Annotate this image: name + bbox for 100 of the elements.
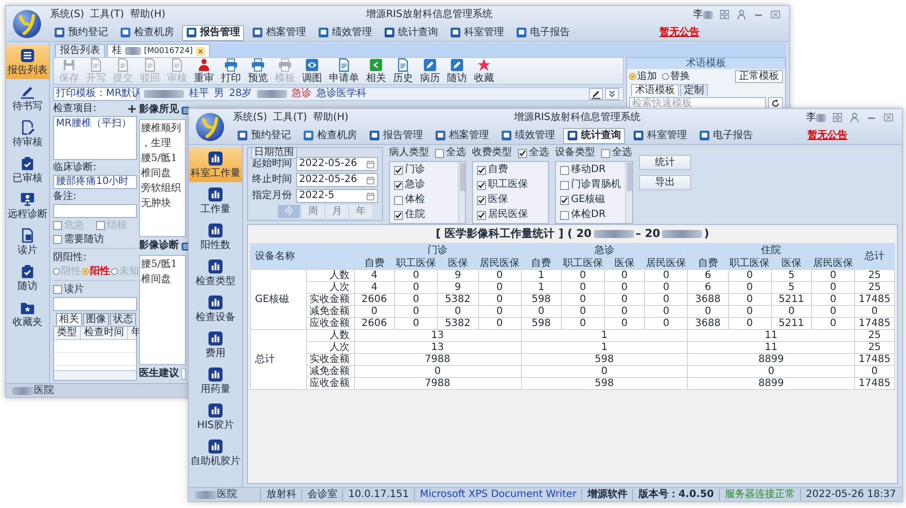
option-checkbox[interactable]: 体检 xyxy=(394,194,454,206)
toolbar-button[interactable]: 收藏 xyxy=(472,58,496,84)
diagnosis-field[interactable]: 腰部疼痛10小时 xyxy=(53,175,137,189)
toolbar-button[interactable]: 重审 xyxy=(192,58,216,84)
menu-item[interactable]: 帮助(H) xyxy=(313,112,348,124)
period-button[interactable]: 周 xyxy=(302,205,324,218)
option-checkbox[interactable]: 移动DR xyxy=(560,164,621,176)
related-tab[interactable]: 相关 xyxy=(56,313,82,325)
mode-radio[interactable]: 追加 xyxy=(629,70,657,82)
nav-tab[interactable]: 电子报告 xyxy=(512,24,574,40)
nav-tab[interactable]: 档案管理 xyxy=(248,24,310,40)
sidebar-item[interactable]: HIS胶片 xyxy=(189,400,242,434)
template-button[interactable]: 正常模板 xyxy=(735,70,783,83)
nav-tab[interactable]: 档案管理 xyxy=(431,128,493,144)
text-field[interactable] xyxy=(53,297,137,311)
expand-button[interactable] xyxy=(605,88,619,100)
toolbar-button[interactable]: 相关 xyxy=(364,58,388,84)
menu-item[interactable]: 系统(S) xyxy=(233,112,268,124)
notice-link[interactable]: 暂无公告 xyxy=(660,26,700,38)
option-checkbox[interactable]: 急诊 xyxy=(394,179,454,191)
menu-item[interactable]: 帮助(H) xyxy=(130,8,166,20)
sidebar-item[interactable]: 读片 xyxy=(6,225,49,259)
nav-tab[interactable]: 检查机房 xyxy=(299,128,361,144)
nav-tab[interactable]: 统计查询 xyxy=(563,128,625,144)
sidebar-item[interactable]: 用药量 xyxy=(189,364,242,398)
sidebar-item[interactable]: 随访 xyxy=(6,261,49,295)
select-all-checkbox[interactable]: 全选 xyxy=(518,147,549,159)
notice-link[interactable]: 暂无公告 xyxy=(808,130,848,140)
edit-button[interactable] xyxy=(589,88,603,100)
scrollbar[interactable] xyxy=(625,162,632,223)
nav-tab[interactable]: 预约登记 xyxy=(233,128,295,144)
document-tab[interactable]: 报告列表 xyxy=(55,44,105,57)
flag-checkbox[interactable]: 需要随访 xyxy=(53,234,104,246)
option-checkbox[interactable]: 居民医保 xyxy=(477,209,544,221)
option-checkbox[interactable]: 体检DR xyxy=(560,209,621,221)
sidebar-item[interactable]: 远程诊断 xyxy=(6,189,49,223)
scrollbar[interactable] xyxy=(458,162,465,223)
period-button[interactable]: 年 xyxy=(350,205,372,218)
option-checkbox[interactable]: 门诊胃肠机 xyxy=(560,179,621,191)
select-all-checkbox[interactable]: 全选 xyxy=(435,147,466,159)
menu-item[interactable]: 工具(T) xyxy=(90,8,124,20)
panel-tab[interactable]: 定制 xyxy=(680,84,708,96)
toolbar-button[interactable]: 随访 xyxy=(445,58,469,84)
findings-text[interactable]: 腰椎顺列，生理 腰5/骶1椎间盘 旁软组织无肿块 xyxy=(139,119,186,237)
related-tab[interactable]: 状态 xyxy=(110,313,136,325)
option-checkbox[interactable]: GE核磁 xyxy=(560,194,621,206)
exam-list[interactable]: MR腰椎（平扫） xyxy=(53,116,137,160)
user-button[interactable] xyxy=(849,112,860,123)
nav-tab[interactable]: 报告管理 xyxy=(182,24,244,40)
menu-item[interactable]: 工具(T) xyxy=(273,112,308,124)
user-button[interactable] xyxy=(736,9,747,20)
menu-item[interactable]: 系统(S) xyxy=(50,8,84,20)
period-button[interactable]: 月 xyxy=(326,205,348,218)
action-button[interactable]: 导出 xyxy=(639,175,691,190)
sidebar-item[interactable]: 收藏夹 xyxy=(6,297,49,331)
toolbar-button[interactable]: 打印 xyxy=(219,58,243,84)
toolbar-button[interactable]: 病历 xyxy=(418,58,442,84)
option-checkbox[interactable]: 职工医保 xyxy=(477,179,544,191)
nav-tab[interactable]: 统计查询 xyxy=(380,24,442,40)
option-checkbox[interactable]: 自费 xyxy=(477,164,544,176)
sidebar-item[interactable]: 阳性数 xyxy=(189,220,242,254)
toolbar-button[interactable]: 调图 xyxy=(300,58,324,84)
sidebar-item[interactable]: 费用 xyxy=(189,328,242,362)
date-field[interactable]: 2022-05-26 xyxy=(296,157,378,171)
nav-tab[interactable]: 预约登记 xyxy=(50,24,112,40)
polarity-radio[interactable]: 阳性 xyxy=(82,266,110,278)
toolbar-button[interactable]: 历史 xyxy=(391,58,415,84)
nav-tab[interactable]: 电子报告 xyxy=(695,128,757,144)
nav-tab[interactable]: 绩效管理 xyxy=(314,24,376,40)
nav-tab[interactable]: 绩效管理 xyxy=(497,128,559,144)
read-checkbox[interactable]: 读片 xyxy=(53,284,84,296)
select-all-checkbox[interactable]: 全选 xyxy=(601,147,632,159)
date-field[interactable]: 2022-05-26 xyxy=(296,173,378,187)
sidebar-item[interactable]: 检查设备 xyxy=(189,292,242,326)
sidebar-item[interactable]: 自助机胶片 xyxy=(189,436,242,470)
close-button[interactable] xyxy=(883,112,894,123)
date-field[interactable]: 2022-5 xyxy=(296,189,378,203)
nav-tab[interactable]: 检查机房 xyxy=(116,24,178,40)
toolbar-button[interactable]: 申请单 xyxy=(327,58,361,84)
close-button[interactable] xyxy=(770,9,781,20)
sidebar-item[interactable]: 待书写 xyxy=(6,81,49,115)
sidebar-item[interactable]: 报告列表 xyxy=(6,45,49,79)
sidebar-item[interactable]: 科室工作量 xyxy=(189,148,242,182)
option-checkbox[interactable]: 住院 xyxy=(394,209,454,221)
mode-radio[interactable]: 替换 xyxy=(662,70,690,82)
related-tab[interactable]: 图像 xyxy=(83,313,109,325)
option-checkbox[interactable]: 医保 xyxy=(477,194,544,206)
toolbar-button[interactable]: 预览 xyxy=(246,58,270,84)
nav-tab[interactable]: 科室管理 xyxy=(629,128,691,144)
nav-tab[interactable]: 报告管理 xyxy=(365,128,427,144)
nav-tab[interactable]: 科室管理 xyxy=(446,24,508,40)
sidebar-item[interactable]: 检查类型 xyxy=(189,256,242,290)
list-item[interactable]: MR腰椎（平扫） xyxy=(56,118,134,130)
advice-field[interactable] xyxy=(181,368,186,380)
option-checkbox[interactable]: 门诊 xyxy=(394,164,454,176)
sidebar-item[interactable]: 待审核 xyxy=(6,117,49,151)
panel-tab[interactable]: 术语模板 xyxy=(631,84,679,96)
diagnosis-text[interactable]: 腰5/骶1椎间盘 xyxy=(139,255,186,365)
add-button[interactable] xyxy=(127,104,137,114)
close-tab-button[interactable] xyxy=(196,46,205,56)
